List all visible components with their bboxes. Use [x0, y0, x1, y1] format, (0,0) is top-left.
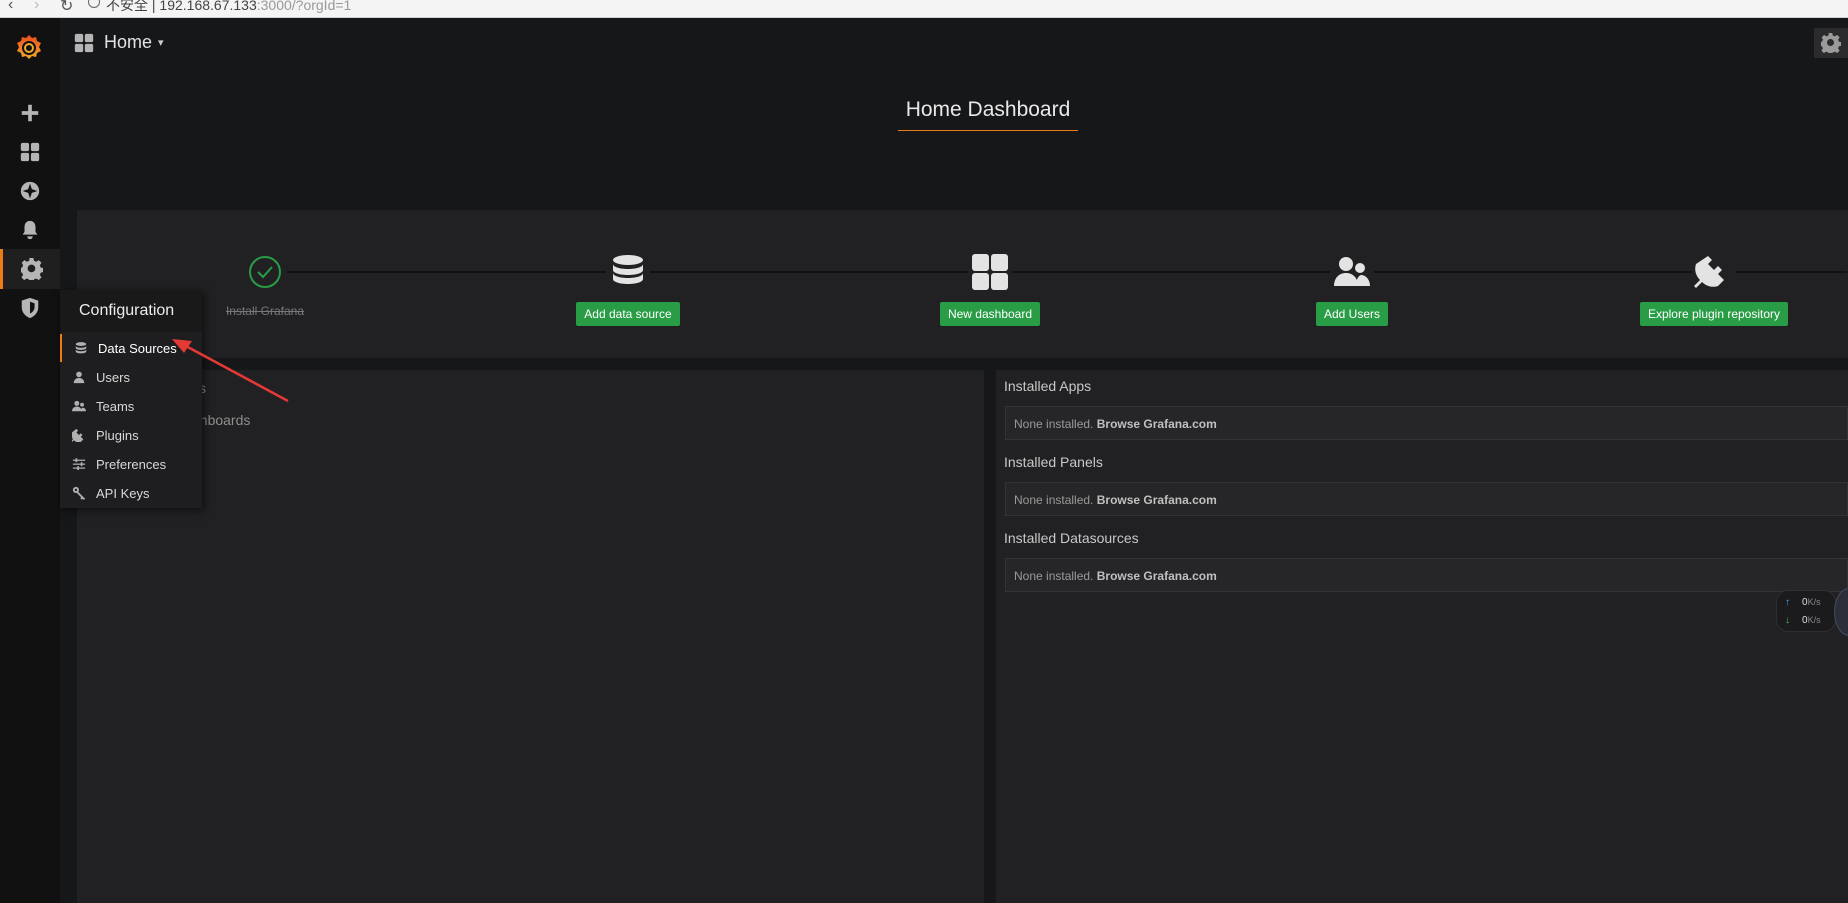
alerting-nav-item[interactable] [0, 210, 60, 250]
reload-icon[interactable]: ↻ [60, 0, 73, 16]
menu-item-preferences[interactable]: Preferences [60, 450, 202, 478]
configuration-menu-title: Configuration [60, 290, 202, 332]
page-title: Home Dashboard [898, 98, 1078, 131]
installed-apps-box: None installed. Browse Grafana.com [1005, 406, 1848, 440]
new-dashboard-button[interactable]: New dashboard [939, 302, 1041, 326]
menu-item-label: Data Sources [98, 340, 177, 356]
user-icon [73, 371, 85, 384]
explore-plugin-repository-button[interactable]: Explore plugin repository [1639, 302, 1789, 326]
network-speed-widget[interactable]: ↑ 0K/s ↓ 0K/s [1776, 590, 1836, 632]
step-add-data-source: Add data source [528, 250, 728, 326]
chevron-down-icon: ▾ [158, 37, 164, 49]
dashboards-nav-item[interactable] [0, 132, 60, 172]
add-users-button[interactable]: Add Users [1315, 302, 1389, 326]
dashboard-picker[interactable]: Home ▾ [74, 32, 164, 53]
browse-grafana-link[interactable]: Browse Grafana.com [1097, 417, 1217, 431]
menu-item-label: Preferences [96, 456, 167, 472]
back-icon[interactable]: ‹ [8, 0, 13, 14]
admin-nav-item[interactable] [0, 288, 60, 328]
step-explore-plugins: Explore plugin repository [1614, 250, 1814, 326]
step-new-dashboard: New dashboard [890, 250, 1090, 326]
starred-dashboards-panel: s ashboards [77, 370, 984, 903]
getting-started-panel: Install Grafana Add data source New dash… [77, 210, 1848, 358]
url-path: :3000/?orgId=1 [256, 0, 352, 13]
step-add-users: Add Users [1252, 250, 1452, 326]
plus-icon [21, 104, 39, 122]
compass-icon [20, 181, 40, 201]
download-arrow-icon: ↓ [1785, 615, 1790, 626]
installed-apps-title: Installed Apps [1004, 378, 1092, 394]
dashboard-grid-icon [20, 142, 40, 162]
speed-unit: K/s [1807, 615, 1821, 625]
dashboard-settings-button[interactable] [1814, 28, 1848, 58]
grafana-logo-icon[interactable] [13, 32, 45, 64]
database-icon [613, 255, 643, 284]
users-icon [72, 400, 86, 412]
annotation-arrow-icon [172, 339, 289, 403]
menu-item-label: API Keys [96, 485, 150, 501]
none-installed-text: None installed. [1014, 417, 1094, 431]
dashboard-grid-icon [972, 254, 1008, 290]
bell-icon [22, 220, 38, 240]
plug-icon [1694, 256, 1724, 288]
dashboard-grid-icon [74, 33, 94, 52]
gear-icon [20, 258, 43, 280]
top-navbar: Home ▾ [60, 18, 1848, 72]
add-data-source-button[interactable]: Add data source [576, 302, 680, 326]
menu-item-label: Users [96, 369, 130, 385]
installed-datasources-title: Installed Datasources [1004, 530, 1139, 546]
check-circle-icon [249, 256, 281, 288]
menu-item-plugins[interactable]: Plugins [60, 421, 202, 449]
upload-arrow-icon: ↑ [1785, 597, 1790, 608]
key-icon [72, 486, 86, 500]
none-installed-text: None installed. [1014, 493, 1094, 507]
installed-datasources-box: None installed. Browse Grafana.com [1005, 558, 1848, 592]
menu-item-label: Plugins [96, 427, 139, 443]
explore-nav-item[interactable] [0, 171, 60, 211]
installed-panels-box: None installed. Browse Grafana.com [1005, 482, 1848, 516]
speed-unit: K/s [1807, 597, 1821, 607]
plugins-panel: Installed Apps None installed. Browse Gr… [996, 370, 1848, 903]
create-nav-item[interactable] [0, 93, 60, 133]
forward-icon[interactable]: › [34, 0, 39, 14]
browse-grafana-link[interactable]: Browse Grafana.com [1097, 569, 1217, 583]
url-host: 不安全 | 192.168.67.133 [106, 0, 257, 13]
dashboard-name: Home [104, 32, 153, 52]
configuration-nav-item[interactable] [0, 249, 60, 289]
menu-item-api-keys[interactable]: API Keys [60, 479, 202, 507]
security-info-icon[interactable] [88, 0, 100, 8]
database-icon [75, 342, 87, 354]
gear-icon [1821, 33, 1841, 53]
url-field[interactable]: 不安全 | 192.168.67.133:3000/?orgId=1 [106, 0, 351, 15]
browser-address-bar: ‹ › ↻ 不安全 | 192.168.67.133:3000/?orgId=1 [0, 0, 1848, 18]
menu-item-label: Teams [96, 398, 135, 414]
sidebar [0, 18, 60, 903]
shield-icon [21, 297, 39, 319]
plug-icon [72, 428, 84, 442]
none-installed-text: None installed. [1014, 569, 1094, 583]
browse-grafana-link[interactable]: Browse Grafana.com [1097, 493, 1217, 507]
installed-panels-title: Installed Panels [1004, 454, 1103, 470]
users-icon [1334, 257, 1370, 286]
sliders-icon [72, 458, 86, 471]
